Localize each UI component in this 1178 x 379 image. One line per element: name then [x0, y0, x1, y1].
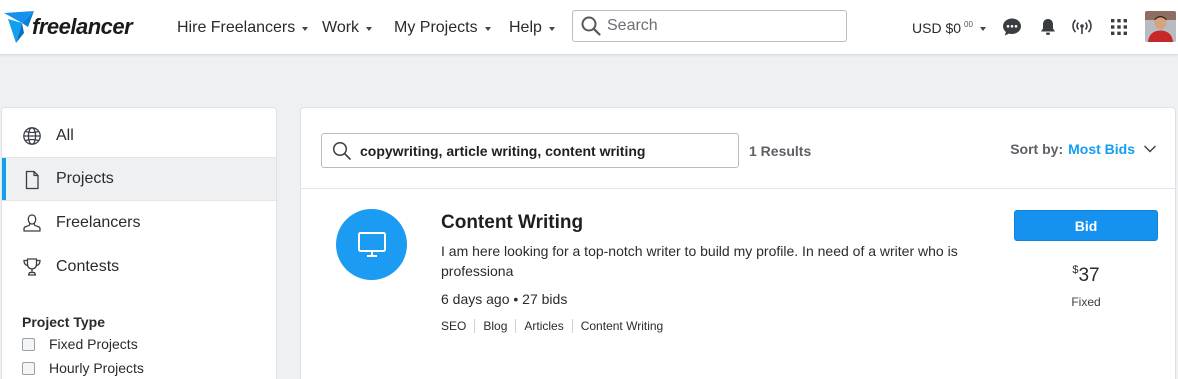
logo-wordmark: freelancer — [32, 14, 133, 39]
checkbox[interactable] — [22, 361, 35, 375]
broadcast-icon[interactable] — [1071, 16, 1093, 38]
balance-amount: $0 — [945, 19, 962, 36]
project-search-input[interactable] — [360, 142, 720, 159]
sidebar-item-label: All — [56, 127, 74, 144]
chevron-down-icon — [1144, 145, 1156, 153]
top-navigation-bar: freelancer Hire Freelancers Work My Proj… — [0, 0, 1178, 55]
checkbox-label: Fixed Projects — [49, 336, 138, 352]
price-type: Fixed — [1071, 295, 1101, 309]
trophy-icon — [23, 258, 41, 276]
results-count: 1 Results — [749, 143, 812, 159]
skill-tag[interactable]: Blog — [474, 319, 515, 333]
bid-button[interactable]: Bid — [1014, 210, 1158, 241]
balance-cents: 00 — [964, 20, 973, 29]
nav-menu-my-projects[interactable]: My Projects — [394, 0, 491, 55]
checkbox[interactable] — [22, 337, 35, 351]
user-avatar[interactable] — [1145, 11, 1176, 42]
sidebar-item-freelancers[interactable]: Freelancers — [2, 201, 276, 245]
project-type-heading: Project Type — [22, 314, 105, 330]
search-icon — [332, 141, 351, 160]
document-icon — [25, 170, 39, 190]
user-icon — [23, 214, 41, 232]
project-category-avatar — [336, 209, 407, 280]
account-balance-dropdown[interactable]: USD $0 00 — [912, 0, 986, 55]
sidebar-item-label: Contests — [56, 258, 120, 275]
monitor-icon — [357, 231, 386, 257]
project-skill-tags: SEO Blog Articles Content Writing — [441, 319, 671, 333]
skill-tag[interactable]: Articles — [515, 319, 571, 333]
project-description: I am here looking for a top-notch writer… — [441, 243, 958, 279]
project-price: $37 — [1014, 264, 1158, 287]
chevron-down-icon — [979, 26, 986, 31]
global-search[interactable] — [572, 10, 847, 42]
chat-icon[interactable] — [1001, 16, 1023, 38]
freelancer-logo[interactable]: freelancer — [2, 9, 133, 45]
fixed-projects-checkbox[interactable]: Fixed Projects — [22, 334, 138, 354]
nav-menu-label: Help — [509, 18, 542, 36]
project-title-link[interactable]: Content Writing — [441, 212, 583, 234]
project-search-box[interactable] — [321, 133, 739, 168]
sidebar-item-contests[interactable]: Contests — [2, 245, 276, 289]
chevron-down-icon — [302, 26, 309, 31]
sort-label: Sort by: — [1010, 141, 1064, 157]
checkbox-label: Hourly Projects — [49, 360, 144, 376]
nav-menu-hire-freelancers[interactable]: Hire Freelancers — [177, 0, 309, 55]
chevron-down-icon — [548, 26, 555, 31]
bell-icon[interactable] — [1037, 16, 1059, 38]
sidebar-item-all[interactable]: All — [2, 114, 276, 158]
nav-menu-label: Work — [322, 18, 360, 36]
globe-icon — [23, 127, 41, 145]
skill-tag[interactable]: Content Writing — [571, 319, 671, 333]
project-meta: 6 days ago • 27 bids — [441, 291, 568, 307]
search-results-panel: 1 Results Sort by: Most Bids Content Wri… — [300, 107, 1176, 379]
chevron-down-icon — [484, 26, 491, 31]
balance-currency: USD — [912, 19, 942, 36]
apps-grid-icon[interactable] — [1108, 16, 1130, 38]
search-icon — [581, 16, 601, 36]
price-currency: $ — [1072, 264, 1079, 276]
freelancer-bird-icon — [4, 11, 34, 43]
search-input[interactable] — [607, 17, 827, 35]
nav-menu-work[interactable]: Work — [322, 0, 373, 55]
sidebar-item-label: Freelancers — [56, 214, 141, 231]
nav-menu-help[interactable]: Help — [509, 0, 555, 55]
nav-menu-label: My Projects — [394, 18, 478, 36]
chevron-down-icon — [366, 26, 373, 31]
sidebar-item-projects[interactable]: Projects — [2, 157, 276, 201]
hourly-projects-checkbox[interactable]: Hourly Projects — [22, 358, 144, 378]
results-header: 1 Results Sort by: Most Bids — [301, 108, 1175, 189]
skill-tag[interactable]: SEO — [441, 319, 474, 333]
sort-dropdown[interactable]: Sort by: Most Bids — [1010, 141, 1157, 157]
price-value: 37 — [1078, 265, 1100, 286]
search-filter-sidebar: All Projects Freelancers Contests Projec… — [1, 107, 277, 379]
nav-menu-label: Hire Freelancers — [177, 18, 296, 36]
sidebar-item-label: Projects — [56, 170, 114, 187]
sort-value: Most Bids — [1068, 141, 1135, 157]
